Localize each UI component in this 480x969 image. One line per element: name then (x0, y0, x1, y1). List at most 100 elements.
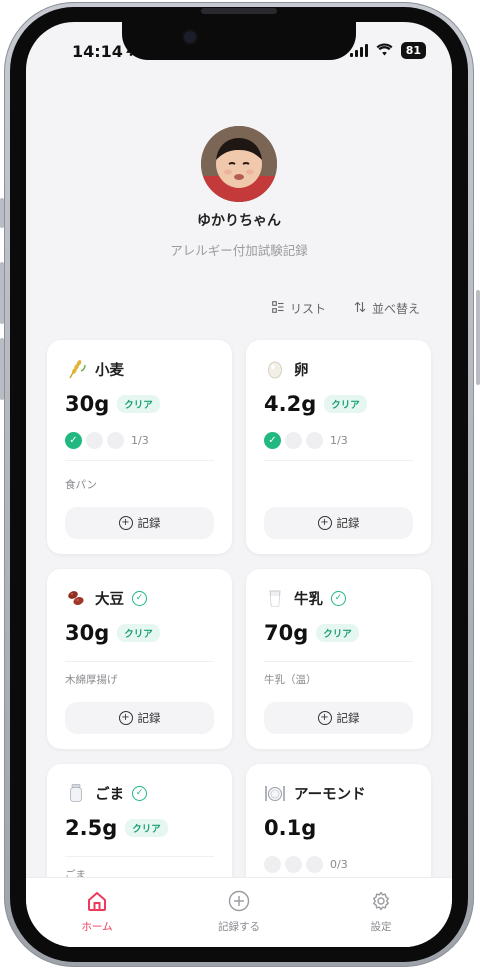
tab-home[interactable]: ホーム (26, 878, 168, 947)
milk-icon (264, 587, 286, 609)
record-button[interactable]: + 記録 (65, 507, 214, 539)
tab-bar: ホーム 記録する 設定 (26, 877, 452, 947)
record-button[interactable]: + 記録 (264, 702, 413, 734)
allergen-name: アーモンド (294, 786, 366, 803)
amount-row: 4.2g クリア (264, 392, 367, 416)
list-view-button[interactable]: リスト (272, 300, 326, 317)
trial-dot-empty (285, 432, 302, 449)
sort-button[interactable]: 並べ替え (354, 300, 420, 317)
record-label: 記録 (137, 711, 161, 725)
divider (264, 460, 413, 461)
cleared-amount: 2.5g (65, 816, 118, 840)
notch (122, 22, 356, 60)
cleared-amount: 30g (65, 621, 110, 645)
food-note: 食パン (65, 479, 98, 491)
amount-row: 30g クリア (65, 392, 160, 416)
plus-circle-icon: + (118, 711, 133, 725)
clear-badge: クリア (117, 395, 160, 413)
side-button-power (476, 290, 480, 385)
card-header: 卵 (264, 358, 309, 380)
food-note: 木綿厚揚げ (65, 674, 118, 686)
allergen-card-wheat[interactable]: 小麦 30g クリア ✓ 1/3 食パン + 記録 (47, 340, 232, 554)
plus-circle-icon (228, 890, 250, 915)
trial-progress: ✓ 1/3 (65, 432, 149, 449)
wifi-icon (376, 41, 393, 60)
amount-row: 70g クリア (264, 621, 359, 645)
sort-label: 並べ替え (371, 302, 420, 316)
allergen-card-soybean[interactable]: 大豆 ✓ 30g クリア 木綿厚揚げ + 記録 (47, 569, 232, 749)
amount-row: 2.5g クリア (65, 816, 168, 840)
divider (65, 661, 214, 662)
amount-row: 0.1g (264, 816, 316, 840)
screen: 14:14 81 ゆかりちゃん アレルギー付加試験記録 リスト 並べ替え 小麦 … (26, 22, 452, 947)
trial-dot-done: ✓ (65, 432, 82, 449)
card-header: 牛乳 ✓ (264, 587, 346, 609)
trial-dot-empty (86, 432, 103, 449)
gear-icon (370, 890, 392, 915)
amount-row: 30g クリア (65, 621, 160, 645)
trial-dot-empty (306, 856, 323, 873)
home-icon (86, 890, 108, 915)
clear-badge: クリア (316, 624, 359, 642)
avatar[interactable] (201, 126, 277, 202)
divider (264, 661, 413, 662)
record-button[interactable]: + 記録 (264, 507, 413, 539)
plus-circle-icon: + (317, 711, 332, 725)
trial-dot-empty (107, 432, 124, 449)
trial-dot-empty (264, 856, 281, 873)
profile-subtitle: アレルギー付加試験記録 (170, 243, 308, 258)
plate-icon (264, 782, 286, 804)
profile-name: ゆかりちゃん (197, 213, 281, 229)
earpiece (201, 8, 277, 14)
allergen-name: 牛乳 (294, 591, 323, 608)
battery-indicator: 81 (400, 42, 426, 59)
jar-icon (65, 782, 87, 804)
tab-settings-label: 設定 (370, 921, 392, 933)
front-camera (184, 31, 196, 43)
allergen-card-milk[interactable]: 牛乳 ✓ 70g クリア 牛乳（温） + 記録 (246, 569, 431, 749)
trial-dot-empty (306, 432, 323, 449)
cleared-amount: 30g (65, 392, 110, 416)
card-header: アーモンド (264, 782, 366, 804)
allergen-name: 卵 (294, 362, 309, 379)
trial-dot-empty (285, 856, 302, 873)
list-view-label: リスト (289, 302, 326, 316)
completed-check-icon: ✓ (132, 785, 147, 801)
completed-check-icon: ✓ (132, 590, 147, 606)
allergen-name: ごま (95, 786, 124, 803)
record-label: 記録 (336, 711, 360, 725)
plus-circle-icon: + (317, 516, 332, 530)
cleared-amount: 4.2g (264, 392, 317, 416)
clear-badge: クリア (324, 395, 367, 413)
cleared-amount: 0.1g (264, 816, 317, 840)
card-header: 小麦 (65, 358, 124, 380)
wheat-icon (65, 358, 87, 380)
egg-icon (264, 358, 286, 380)
sort-arrows-icon (354, 301, 366, 316)
tab-settings[interactable]: 設定 (310, 878, 452, 947)
list-icon (272, 301, 284, 316)
clear-badge: クリア (117, 624, 160, 642)
progress-count: 0/3 (330, 858, 348, 871)
divider (65, 856, 214, 857)
beans-icon (65, 587, 87, 609)
status-time: 14:14 (72, 42, 123, 61)
completed-check-icon: ✓ (331, 590, 346, 606)
list-toolbar: リスト 並べ替え (272, 300, 420, 317)
trial-progress: ✓ 1/3 (264, 432, 348, 449)
cleared-amount: 70g (264, 621, 309, 645)
clear-badge: クリア (125, 819, 168, 837)
tab-record-label: 記録する (218, 921, 260, 933)
tab-home-label: ホーム (81, 921, 113, 933)
food-note: 牛乳（温） (264, 674, 317, 686)
allergen-name: 小麦 (95, 362, 124, 379)
allergen-name: 大豆 (95, 591, 124, 608)
trial-dot-done: ✓ (264, 432, 281, 449)
plus-circle-icon: + (118, 516, 133, 530)
card-header: ごま ✓ (65, 782, 147, 804)
record-label: 記録 (137, 516, 161, 530)
progress-count: 1/3 (330, 434, 348, 447)
record-button[interactable]: + 記録 (65, 702, 214, 734)
allergen-card-egg[interactable]: 卵 4.2g クリア ✓ 1/3 + 記録 (246, 340, 431, 554)
tab-record[interactable]: 記録する (168, 878, 310, 947)
